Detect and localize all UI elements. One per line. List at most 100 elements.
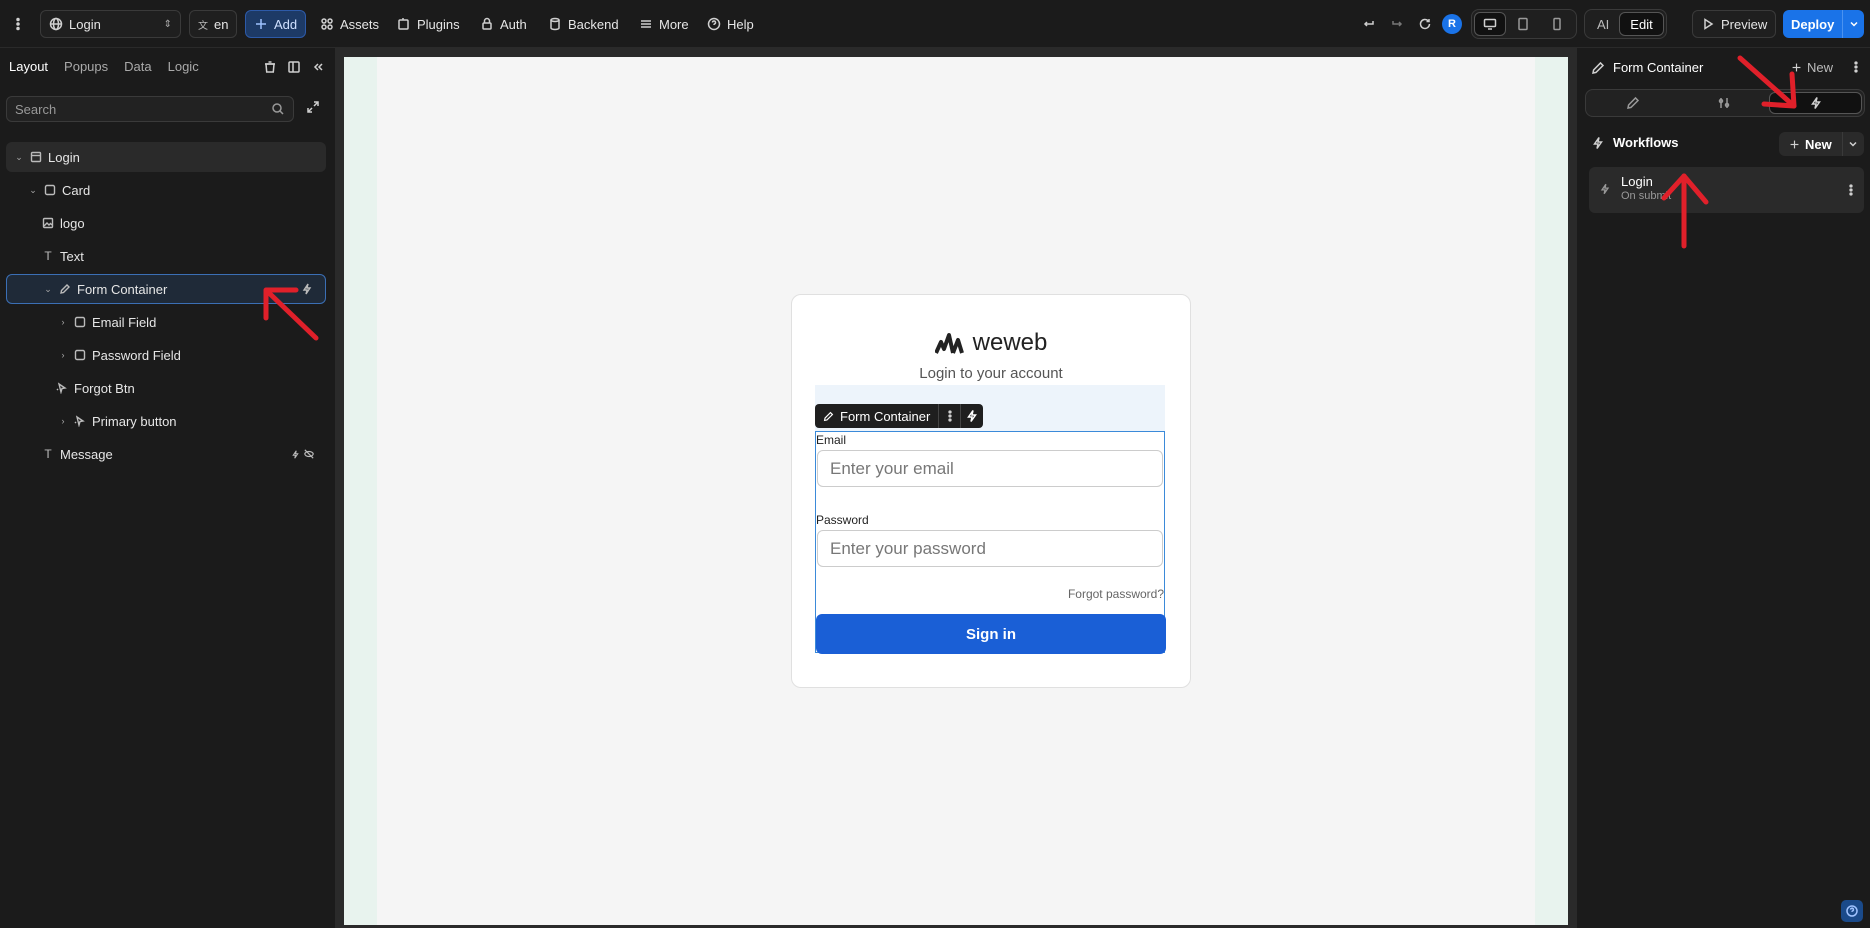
new-workflow-button-group: New [1779,132,1864,156]
workflow-indicator[interactable] [301,283,313,295]
help-button[interactable]: Help [699,10,762,38]
new-workflow-options-button[interactable] [1841,132,1864,156]
tree-item-label: Password Field [92,347,181,363]
collapse-panel-icon[interactable] [311,60,325,74]
message-indicators [291,449,314,459]
backend-button[interactable]: Backend [540,10,627,38]
tab-logic[interactable]: Logic [168,59,199,74]
page-select-label: Login [69,16,101,32]
chevron-down-icon [1849,141,1857,147]
chevron-down-icon[interactable]: ⌄ [14,152,24,162]
assets-icon [321,18,333,30]
email-input[interactable]: Enter your email [817,450,1163,487]
page-select[interactable]: Login ⇕ [40,10,181,38]
tree-item-message[interactable]: T Message [6,439,326,469]
form-container[interactable]: Email Enter your email Password Enter yo… [815,431,1166,654]
expand-tree-button[interactable] [306,100,320,117]
login-card[interactable]: weweb Login to your account Form Contain… [791,294,1191,688]
tablet-view-button[interactable] [1506,12,1540,36]
tree-item-label: Login [48,149,80,165]
new-workflow-button[interactable]: New [1779,132,1842,156]
preview-label: Preview [1721,16,1768,32]
right-panel-menu-button[interactable] [1849,60,1863,77]
more-button[interactable]: More [631,10,697,38]
device-switcher [1471,9,1577,39]
refresh-button[interactable] [1410,10,1440,38]
card-title: Login to your account [919,365,1063,382]
workflow-item-login[interactable]: Login On submit [1589,167,1864,213]
tree-item-password-field[interactable]: › Password Field [6,340,326,370]
new-button[interactable]: New [1791,60,1833,75]
search-input[interactable] [15,101,271,117]
chevron-right-icon[interactable]: › [58,350,68,360]
tab-style[interactable] [1588,92,1679,114]
forgot-password-link[interactable]: Forgot password? [1068,587,1164,601]
auth-button[interactable]: Auth [472,10,535,38]
chevron-right-icon[interactable]: › [58,416,68,426]
tree-item-login[interactable]: ⌄ Login [6,142,326,172]
form-container-tag[interactable]: Form Container [815,404,940,428]
select-arrows-icon: ⇕ [163,18,172,30]
undo-button[interactable] [1354,10,1384,38]
main-menu-button[interactable] [8,10,28,38]
email-label: Email [816,433,847,447]
canvas-area: weweb Login to your account Form Contain… [336,48,1576,928]
add-button[interactable]: Add [245,10,307,38]
deploy-button[interactable]: Deploy [1783,10,1843,38]
assets-button[interactable]: Assets [312,10,387,38]
form-container-workflow-button[interactable] [961,404,983,428]
undo-icon [1363,21,1374,27]
tree-item-form-container[interactable]: ⌄ Form Container [6,274,326,304]
desktop-icon [1483,18,1497,30]
pencil-icon [60,284,70,294]
tree-item-primary-button[interactable]: › Primary button [6,406,326,436]
workflows-section-header: Workflows [1591,135,1679,150]
redo-button[interactable] [1382,10,1412,38]
language-button[interactable]: 文 en [189,10,238,38]
tree-item-logo[interactable]: logo [6,208,326,238]
deploy-options-button[interactable] [1842,10,1864,38]
panel-layout-icon[interactable] [287,60,301,74]
tab-layout[interactable]: Layout [9,59,48,74]
mobile-view-button[interactable] [1540,12,1574,36]
tree-item-card[interactable]: ⌄ Card [6,175,326,205]
edit-mode-button[interactable]: Edit [1619,12,1664,36]
preview-button[interactable]: Preview [1692,10,1777,38]
help-chat-button[interactable] [1841,900,1863,922]
eye-off-icon[interactable] [304,449,314,459]
chevron-down-icon[interactable]: ⌄ [28,185,38,195]
lightning-icon[interactable] [291,449,300,459]
globe-icon [49,17,63,31]
plugins-button[interactable]: Plugins [389,10,468,38]
left-panel-tabs: Layout Popups Data Logic [9,59,199,74]
password-input[interactable]: Enter your password [817,530,1163,567]
ai-mode-button[interactable]: AI [1587,12,1619,36]
pencil-icon [1592,61,1605,74]
password-label: Password [816,513,869,527]
tab-workflows[interactable] [1769,92,1863,114]
tree-item-text[interactable]: T Text [6,241,326,271]
chevron-down-icon[interactable]: ⌄ [43,284,53,294]
logo[interactable]: weweb [792,329,1190,357]
trash-icon[interactable] [263,60,277,74]
tab-popups[interactable]: Popups [64,59,108,74]
desktop-view-button[interactable] [1474,12,1506,36]
form-container-menu-button[interactable] [939,404,962,428]
more-vertical-icon[interactable] [1844,183,1858,197]
mobile-icon [1553,17,1561,31]
sliders-icon [1718,98,1730,108]
tab-settings[interactable] [1679,92,1770,114]
tree-item-forgot-btn[interactable]: Forgot Btn [6,373,326,403]
chevron-right-icon[interactable]: › [58,317,68,327]
tree-item-label: Message [60,446,113,462]
tab-data[interactable]: Data [124,59,151,74]
tree-item-email-field[interactable]: › Email Field [6,307,326,337]
play-icon [1704,18,1714,30]
avatar[interactable]: R [1442,14,1462,34]
lightning-icon [967,410,978,422]
right-panel: Form Container New Workflows New Login O… [1576,48,1870,928]
sign-in-button[interactable]: Sign in [816,614,1166,654]
selected-element-name: Form Container [1613,60,1704,75]
new-workflow-label: New [1805,136,1832,152]
tree-item-label: Text [60,248,84,264]
